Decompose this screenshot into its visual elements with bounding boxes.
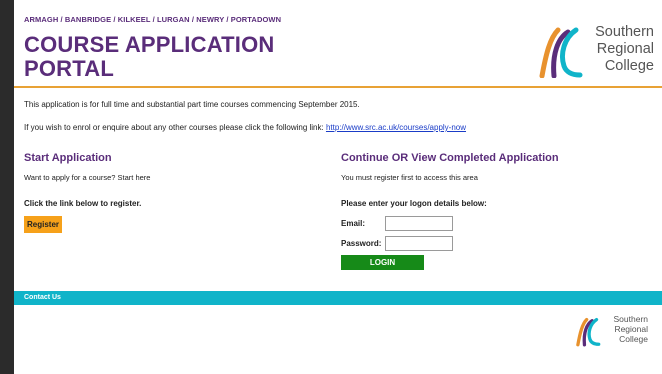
contact-us-link[interactable]: Contact Us xyxy=(24,294,61,301)
email-row: Email: xyxy=(341,215,641,231)
intro-link-line: If you wish to enrol or enquire about an… xyxy=(24,123,466,132)
logo-line-regional: Regional xyxy=(596,41,654,57)
footer-logo-line-regional: Regional xyxy=(614,324,648,334)
college-logo-text: Southern Regional College xyxy=(595,24,654,75)
password-label: Password: xyxy=(341,238,382,248)
continue-application-title: Continue OR View Completed Application xyxy=(341,152,559,164)
page-title-line1: COURSE APPLICATION xyxy=(24,32,275,57)
footer-logo-mark xyxy=(576,317,601,347)
start-application-title: Start Application xyxy=(24,152,112,164)
register-button[interactable]: Register xyxy=(24,216,63,233)
start-application-subtitle: Want to apply for a course? Start here xyxy=(24,173,151,182)
college-logo: Southern Regional College xyxy=(524,20,654,78)
footer-college-logo: Southern Regional College xyxy=(568,313,648,347)
logon-instruction: Please enter your logon details below: xyxy=(341,199,487,208)
continue-application-section: Continue OR View Completed Application Y… xyxy=(341,152,641,270)
page-header: ARMAGH / BANBRIDGE / KILKEEL / LURGAN / … xyxy=(14,0,662,88)
logo-line-southern: Southern xyxy=(595,24,654,40)
footer-logo-line-southern: Southern xyxy=(613,314,649,324)
footer-logo-line-college: College xyxy=(619,334,648,344)
intro-link-text: If you wish to enrol or enquire about an… xyxy=(24,123,326,132)
portal-page: ARMAGH / BANBRIDGE / KILKEEL / LURGAN / … xyxy=(14,0,662,374)
page-title: COURSE APPLICATION PORTAL xyxy=(24,33,275,81)
continue-application-subtitle: You must register first to access this a… xyxy=(341,173,478,182)
college-logo-mark xyxy=(539,27,583,78)
password-field[interactable] xyxy=(385,235,453,251)
password-row: Password: xyxy=(341,235,641,251)
register-instruction: Click the link below to register. xyxy=(24,199,142,208)
footer-bar: Contact Us xyxy=(14,291,662,305)
page-title-line2: PORTAL xyxy=(24,56,115,81)
start-application-section: Start Application Want to apply for a co… xyxy=(24,152,324,233)
login-button[interactable]: LOGIN xyxy=(341,255,424,270)
footer-logo-text: Southern Regional College xyxy=(614,314,649,344)
intro-text: This application is for full time and su… xyxy=(24,100,360,109)
logo-line-college: College xyxy=(604,58,654,74)
campus-towns: ARMAGH / BANBRIDGE / KILKEEL / LURGAN / … xyxy=(24,15,282,24)
email-field[interactable] xyxy=(385,215,453,231)
email-label: Email: xyxy=(341,218,366,228)
apply-now-link[interactable]: http://www.src.ac.uk/courses/apply-now xyxy=(326,123,466,132)
